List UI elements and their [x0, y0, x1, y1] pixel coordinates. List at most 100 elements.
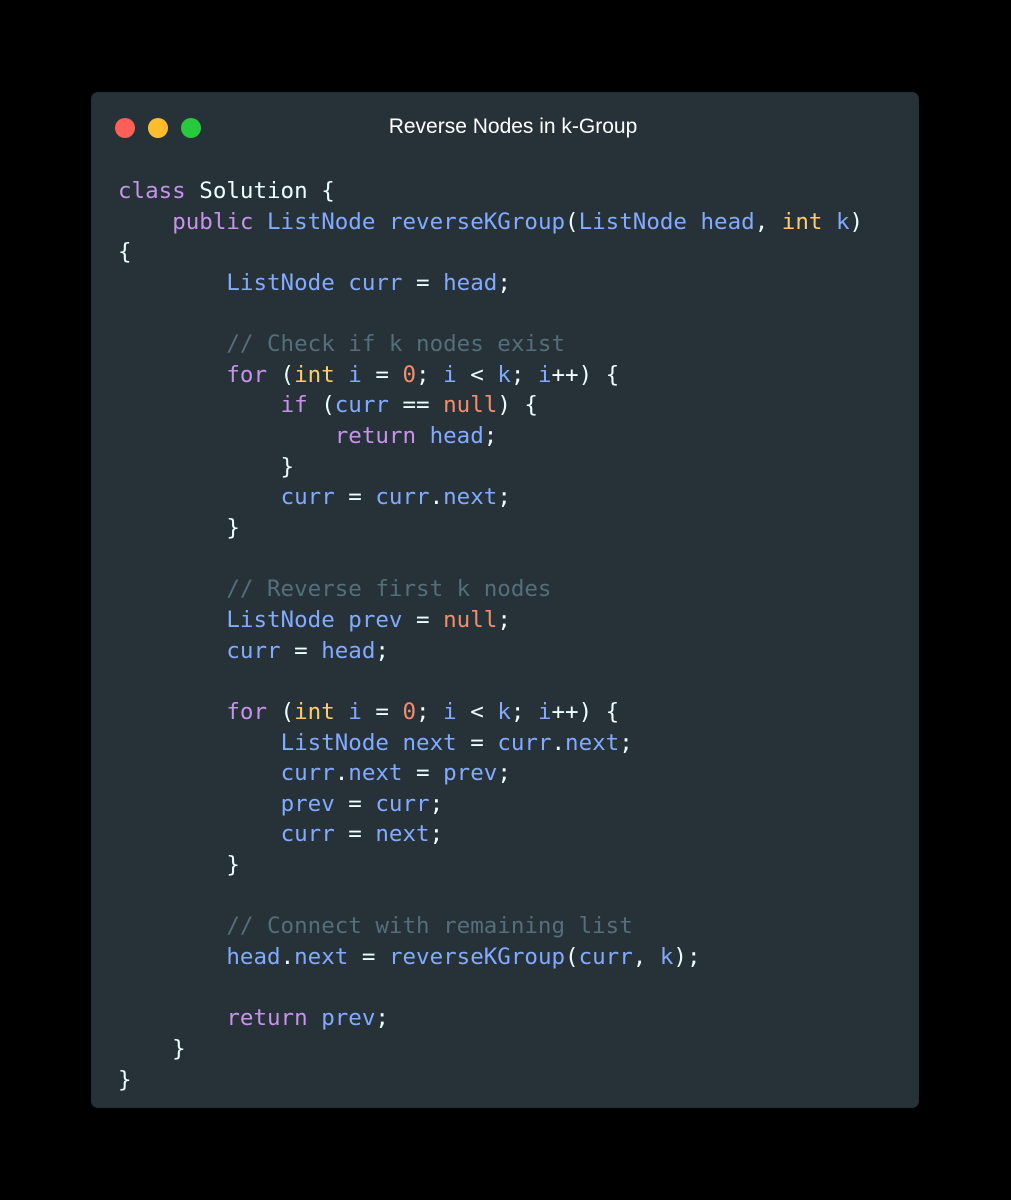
code-line: ListNode curr = head; [118, 268, 863, 299]
punctuation-token: ; [510, 361, 538, 388]
punctuation-token: ; [429, 790, 444, 817]
comment-token: // Check if k nodes exist [226, 331, 566, 358]
punctuation-token: = [402, 269, 444, 296]
code-line: return prev; [118, 1003, 863, 1034]
code-window: Reverse Nodes in k-Group class Solution … [91, 92, 919, 1108]
punctuation-token [118, 392, 281, 418]
punctuation-token [335, 362, 349, 388]
punctuation-token: } [118, 852, 240, 879]
identifier-token: curr [280, 760, 335, 787]
punctuation-token [687, 209, 701, 235]
punctuation-token [118, 791, 281, 817]
punctuation-token: Solution { [185, 178, 335, 204]
code-line: } [118, 850, 863, 881]
type-token: ListNode [267, 208, 376, 235]
identifier-token: curr [280, 484, 335, 511]
code-line: // Connect with remaining list [118, 911, 863, 942]
number-token: 0 [402, 698, 417, 725]
number-token: 0 [402, 361, 417, 388]
punctuation-token [118, 699, 226, 725]
keyword-token: for [226, 698, 268, 725]
identifier-token: prev [280, 790, 335, 817]
punctuation-token: , [754, 208, 782, 235]
punctuation-token: = [334, 790, 376, 817]
punctuation-token [118, 607, 226, 633]
primitive-type-token: int [294, 361, 335, 388]
code-line: ​ [118, 881, 863, 912]
punctuation-token: ++) { [551, 698, 620, 725]
punctuation-token [118, 209, 172, 235]
code-line: // Reverse first k nodes [118, 574, 863, 605]
identifier-token: next [565, 729, 620, 756]
code-line: } [118, 452, 863, 483]
punctuation-token: } [118, 453, 295, 480]
identifier-token: curr [348, 269, 403, 296]
identifier-token: i [443, 698, 457, 725]
punctuation-token: . [334, 760, 349, 787]
code-line: class Solution { [118, 176, 863, 207]
code-block: class Solution { public ListNode reverse… [118, 176, 863, 1095]
punctuation-token: ( [565, 944, 579, 971]
punctuation-token [308, 1005, 322, 1031]
punctuation-token: . [551, 729, 566, 756]
keyword-token: return [226, 1005, 308, 1032]
comment-token: // Connect with remaining list [226, 913, 633, 940]
primitive-type-token: int [294, 698, 335, 725]
identifier-token: next [443, 484, 498, 511]
identifier-token: reverseKGroup [388, 944, 566, 971]
punctuation-token: = [334, 821, 376, 848]
identifier-token: next [348, 760, 403, 787]
identifier-token: head [321, 637, 376, 664]
punctuation-token: ( [267, 361, 295, 388]
identifier-token: curr [497, 729, 552, 756]
punctuation-token: ) [849, 208, 864, 235]
punctuation-token: < [456, 698, 498, 725]
type-token: ListNode [280, 729, 389, 756]
punctuation-token [335, 270, 349, 296]
identifier-token: head [700, 208, 755, 235]
punctuation-token: = [361, 698, 403, 725]
type-token: ListNode [226, 269, 335, 296]
identifier-token: next [375, 821, 430, 848]
punctuation-token [375, 209, 389, 235]
punctuation-token: ; [497, 760, 511, 787]
identifier-token: curr [280, 821, 335, 848]
literal-token: null [443, 606, 498, 633]
code-line: ​ [118, 666, 863, 697]
type-token: ListNode [578, 208, 687, 235]
identifier-token: k [497, 698, 511, 725]
keyword-token: return [334, 423, 417, 450]
keyword-token: public [172, 208, 254, 235]
punctuation-token [416, 423, 430, 449]
punctuation-token: = [348, 944, 389, 971]
identifier-token: curr [334, 392, 389, 419]
punctuation-token [118, 730, 281, 756]
punctuation-token: ; [497, 606, 511, 633]
code-line: for (int i = 0; i < k; i++) { [118, 360, 863, 391]
keyword-token: for [226, 361, 268, 388]
identifier-token: i [537, 361, 552, 388]
punctuation-token: ; [429, 821, 444, 848]
punctuation-token: ) { [497, 392, 538, 419]
punctuation-token [335, 699, 349, 725]
punctuation-token: ; [416, 698, 444, 725]
punctuation-token: ; [619, 729, 633, 756]
punctuation-token: } [118, 1035, 186, 1062]
identifier-token: prev [348, 606, 403, 633]
punctuation-token: ++) { [551, 361, 620, 388]
code-line: prev = curr; [118, 789, 863, 820]
punctuation-token: = [456, 729, 498, 756]
punctuation-token [118, 1005, 226, 1031]
comment-token: // Reverse first k nodes [226, 576, 552, 603]
punctuation-token: ); [673, 944, 701, 971]
punctuation-token [389, 730, 403, 756]
punctuation-token [118, 362, 226, 388]
punctuation-token: ( [565, 208, 579, 235]
identifier-token: k [659, 944, 674, 971]
identifier-token: next [402, 729, 457, 756]
keyword-token: if [280, 392, 308, 419]
punctuation-token: ; [497, 484, 511, 511]
punctuation-token [118, 484, 281, 510]
punctuation-token: { [118, 239, 132, 266]
window-title: Reverse Nodes in k-Group [388, 115, 638, 138]
